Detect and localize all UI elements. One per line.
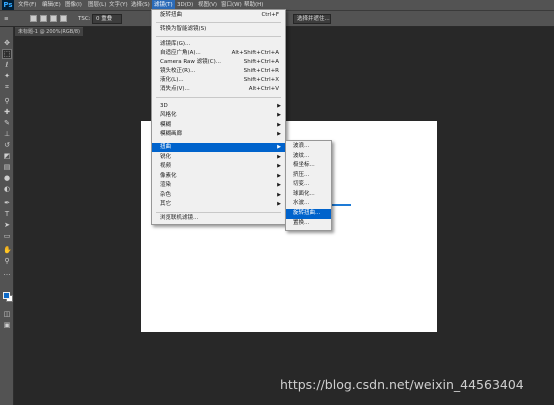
select-and-mask-button[interactable]: 选择并遮住... bbox=[293, 14, 331, 24]
menu-separator bbox=[156, 22, 281, 23]
add-selection-icon[interactable] bbox=[40, 15, 47, 22]
path-selection-icon[interactable]: ➤ bbox=[3, 221, 11, 229]
menu-item-camera-raw[interactable]: Camera Raw 滤镜(C)... Shift+Ctrl+A bbox=[152, 58, 285, 67]
blur-tool-icon[interactable]: ● bbox=[3, 174, 11, 182]
marquee-tool-icon[interactable]: ⬚ bbox=[2, 49, 12, 59]
submenu-arrow-icon: ▶ bbox=[277, 154, 281, 160]
clone-stamp-icon[interactable]: ⊥ bbox=[3, 130, 11, 138]
menu-type[interactable]: 文字(Y) bbox=[109, 0, 128, 10]
menu-item-browse-online[interactable]: 浏览联机滤镜... bbox=[152, 214, 285, 223]
eyedropper-icon[interactable]: ⚲ bbox=[3, 97, 11, 105]
menu-item-distort[interactable]: 扭曲 ▶ bbox=[152, 143, 285, 152]
submenu-item-polar-coordinates[interactable]: 极坐标... bbox=[286, 161, 331, 171]
menu-item-stylize[interactable]: 风格化 ▶ bbox=[152, 111, 285, 120]
hand-tool-icon[interactable]: ✋ bbox=[3, 246, 12, 254]
submenu-arrow-icon: ▶ bbox=[277, 112, 281, 118]
menu-item-lens-correction[interactable]: 镜头校正(R)... Shift+Ctrl+R bbox=[152, 67, 285, 76]
magic-wand-icon[interactable]: ✦ bbox=[3, 72, 11, 80]
history-brush-icon[interactable]: ↺ bbox=[3, 141, 11, 149]
menu-item-filter-gallery[interactable]: 滤镜库(G)... bbox=[152, 40, 285, 49]
submenu-item-twirl[interactable]: 旋转扭曲... bbox=[286, 209, 331, 219]
document-tab[interactable]: 未标题-1 @ 200%(RGB/8) bbox=[15, 27, 83, 36]
submenu-arrow-icon: ▶ bbox=[277, 131, 281, 137]
submenu-item-zigzag[interactable]: 水波... bbox=[286, 199, 331, 209]
move-tool-icon[interactable]: ✥ bbox=[3, 39, 11, 47]
menu-item-vanishing-point[interactable]: 消失点(V)... Alt+Ctrl+V bbox=[152, 85, 285, 94]
more-tools-icon[interactable]: … bbox=[3, 269, 11, 277]
menu-item-pixelate[interactable]: 像素化 ▶ bbox=[152, 172, 285, 181]
submenu-arrow-icon: ▶ bbox=[277, 182, 281, 188]
menu-file[interactable]: 文件(F) bbox=[18, 0, 36, 10]
submenu-arrow-icon: ▶ bbox=[277, 163, 281, 169]
tsc-field[interactable]: 0 重叠 bbox=[92, 14, 122, 24]
menu-item-blur-gallery[interactable]: 模糊画廊 ▶ bbox=[152, 130, 285, 139]
screen-mode-icon[interactable]: ▣ bbox=[3, 321, 11, 329]
menu-separator bbox=[156, 36, 281, 37]
menu-item-render[interactable]: 渲染 ▶ bbox=[152, 181, 285, 190]
canvas-stroke bbox=[331, 204, 351, 206]
submenu-arrow-icon: ▶ bbox=[277, 122, 281, 128]
tools-panel: ✥ ⬚ ℓ ✦ ⌗ ⚲ ✚ ✎ ⊥ ↺ ◩ ▤ ● ◐ ✒ T ➤ ▭ ✋ ⚲ … bbox=[0, 27, 14, 405]
filter-menu: 旋转扭曲 Ctrl+F 转换为智能滤镜(S) 滤镜库(G)... 自适应广角(A)… bbox=[151, 9, 286, 225]
menu-select[interactable]: 选择(S) bbox=[131, 0, 150, 10]
submenu-arrow-icon: ▶ bbox=[277, 103, 281, 109]
shape-tool-icon[interactable]: ▭ bbox=[3, 232, 11, 240]
gradient-tool-icon[interactable]: ▤ bbox=[3, 163, 11, 171]
watermark-text: https://blog.csdn.net/weixin_44563404 bbox=[280, 377, 524, 392]
menu-layer[interactable]: 图层(L) bbox=[88, 0, 106, 10]
foreground-color-swatch[interactable] bbox=[3, 292, 10, 299]
crop-tool-icon[interactable]: ⌗ bbox=[3, 83, 11, 91]
new-selection-icon[interactable] bbox=[30, 15, 37, 22]
menu-item-last-filter[interactable]: 旋转扭曲 Ctrl+F bbox=[152, 11, 285, 20]
submenu-arrow-icon: ▶ bbox=[277, 173, 281, 179]
menu-item-liquify[interactable]: 液化(L)... Shift+Ctrl+X bbox=[152, 76, 285, 85]
tsc-label: TSC: bbox=[78, 16, 91, 22]
brush-tool-icon[interactable]: ✎ bbox=[3, 119, 11, 127]
type-tool-icon[interactable]: T bbox=[3, 210, 11, 218]
menu-item-3d[interactable]: 3D ▶ bbox=[152, 102, 285, 111]
photoshop-logo: Ps bbox=[2, 0, 14, 10]
quick-mask-icon[interactable]: ◫ bbox=[3, 310, 11, 318]
dodge-tool-icon[interactable]: ◐ bbox=[3, 185, 11, 193]
submenu-item-displace[interactable]: 置换... bbox=[286, 219, 331, 229]
submenu-arrow-icon: ▶ bbox=[277, 192, 281, 198]
submenu-arrow-icon: ▶ bbox=[277, 201, 281, 207]
pen-tool-icon[interactable]: ✒ bbox=[3, 199, 11, 207]
subtract-selection-icon[interactable] bbox=[50, 15, 57, 22]
document-tab-label: 未标题-1 @ 200%(RGB/8) bbox=[18, 29, 81, 35]
menu-item-sharpen[interactable]: 锐化 ▶ bbox=[152, 153, 285, 162]
submenu-arrow-icon: ▶ bbox=[277, 144, 281, 150]
intersect-selection-icon[interactable] bbox=[60, 15, 67, 22]
zoom-tool-icon[interactable]: ⚲ bbox=[3, 257, 11, 265]
menu-edit[interactable]: 编辑(E) bbox=[42, 0, 61, 10]
tool-preset-icon[interactable]: ≡ bbox=[4, 14, 9, 24]
menu-item-smart-filter[interactable]: 转换为智能滤镜(S) bbox=[152, 25, 285, 34]
eraser-icon[interactable]: ◩ bbox=[3, 152, 11, 160]
menu-item-video[interactable]: 视频 ▶ bbox=[152, 162, 285, 171]
menu-item-blur[interactable]: 模糊 ▶ bbox=[152, 121, 285, 130]
healing-brush-icon[interactable]: ✚ bbox=[3, 108, 11, 116]
menu-item-other[interactable]: 其它 ▶ bbox=[152, 200, 285, 209]
submenu-item-shear[interactable]: 切变... bbox=[286, 180, 331, 190]
menu-separator bbox=[156, 97, 281, 98]
menu-image[interactable]: 图像(I) bbox=[65, 0, 82, 10]
distort-submenu: 波浪... 波纹... 极坐标... 挤压... 切变... 球面化... 水波… bbox=[285, 140, 332, 231]
submenu-item-wave[interactable]: 波浪... bbox=[286, 142, 331, 152]
lasso-tool-icon[interactable]: ℓ bbox=[3, 61, 11, 69]
menu-separator bbox=[156, 212, 281, 213]
menu-item-noise[interactable]: 杂色 ▶ bbox=[152, 191, 285, 200]
menu-item-adaptive-wide-angle[interactable]: 自适应广角(A)... Alt+Shift+Ctrl+A bbox=[152, 49, 285, 58]
